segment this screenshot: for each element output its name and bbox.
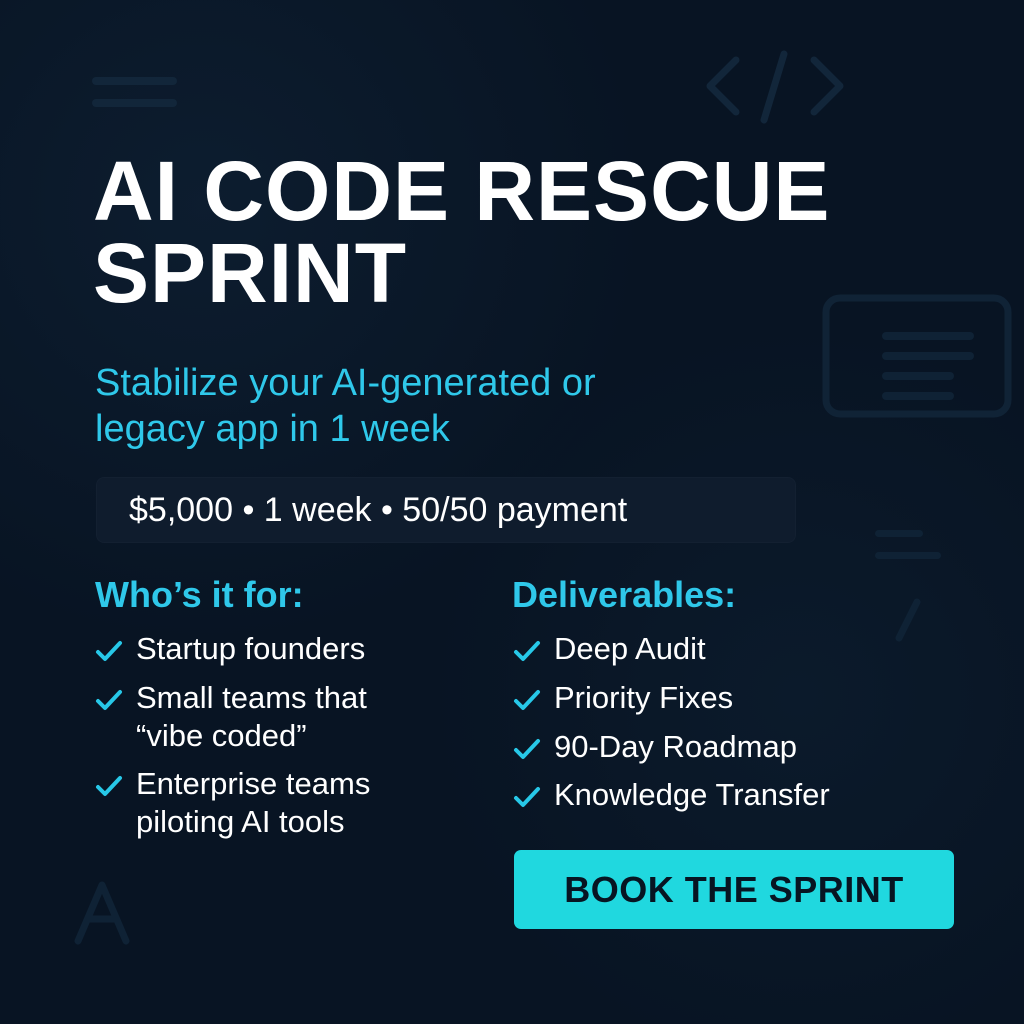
pricing-summary: $5,000 • 1 week • 50/50 payment xyxy=(96,477,796,543)
deliverables-section-title: Deliverables: xyxy=(512,574,737,615)
deliverable-item-deep-audit: Deep Audit xyxy=(512,630,892,668)
promo-card: AI CODE RESCUE SPRINT Stabilize your AI-… xyxy=(0,0,1024,1024)
check-icon xyxy=(514,787,540,808)
code-icon xyxy=(706,50,844,124)
menu-lines-icon xyxy=(92,77,177,107)
check-icon xyxy=(96,776,122,797)
who-item-line: piloting AI tools xyxy=(136,804,345,840)
who-section-title: Who’s it for: xyxy=(95,574,304,615)
book-sprint-button[interactable]: BOOK THE SPRINT xyxy=(514,850,954,929)
check-icon xyxy=(96,641,122,661)
deliverable-item-knowledge-transfer: Knowledge Transfer xyxy=(512,776,892,814)
who-item-enterprise-teams: Enterprise teams piloting AI tools xyxy=(94,765,424,841)
who-item-line: Enterprise teams xyxy=(136,766,371,802)
who-list: Startup founders Small teams that “vibe … xyxy=(94,630,424,852)
who-item-line: Small teams that xyxy=(136,679,367,715)
who-item-text: Enterprise teams piloting AI tools xyxy=(136,765,424,841)
who-item-text: Startup founders xyxy=(136,630,424,668)
letter-a-icon xyxy=(74,881,130,945)
page-title: AI CODE RESCUE SPRINT xyxy=(93,144,943,321)
deliverable-item-line: Deep Audit xyxy=(554,631,706,666)
deliverable-item-line: Knowledge Transfer xyxy=(554,777,830,813)
subtitle: Stabilize your AI-generated or legacy ap… xyxy=(95,360,715,453)
deliverable-item-line: Priority Fixes xyxy=(554,679,734,715)
check-icon xyxy=(514,689,540,710)
title-line-1: AI CODE RESCUE xyxy=(93,144,831,238)
deliverable-item-roadmap: 90-Day Roadmap xyxy=(512,728,892,766)
check-icon xyxy=(514,738,540,759)
deliverable-item-text: Deep Audit xyxy=(554,630,892,668)
deliverable-item-priority-fixes: Priority Fixes xyxy=(512,679,892,717)
subtitle-line-1: Stabilize your AI-generated or xyxy=(95,362,596,404)
deliverable-item-text: 90-Day Roadmap xyxy=(554,728,892,766)
who-item-small-teams: Small teams that “vibe coded” xyxy=(94,679,424,755)
subtitle-line-2: legacy app in 1 week xyxy=(95,408,450,451)
title-line-2: SPRINT xyxy=(93,226,408,321)
check-icon xyxy=(514,641,540,661)
deliverable-item-text: Priority Fixes xyxy=(554,679,892,717)
check-icon xyxy=(96,689,122,710)
who-item-line: Startup founders xyxy=(136,631,366,666)
deliverable-item-line: 90-Day Roadmap xyxy=(554,728,797,764)
who-item-line: “vibe coded” xyxy=(136,717,307,753)
deliverables-list: Deep Audit Priority Fixes 90-Day Roadmap xyxy=(512,630,892,825)
deliverable-item-text: Knowledge Transfer xyxy=(554,776,892,814)
who-item-text: Small teams that “vibe coded” xyxy=(136,679,424,755)
who-item-startup-founders: Startup founders xyxy=(94,630,424,668)
